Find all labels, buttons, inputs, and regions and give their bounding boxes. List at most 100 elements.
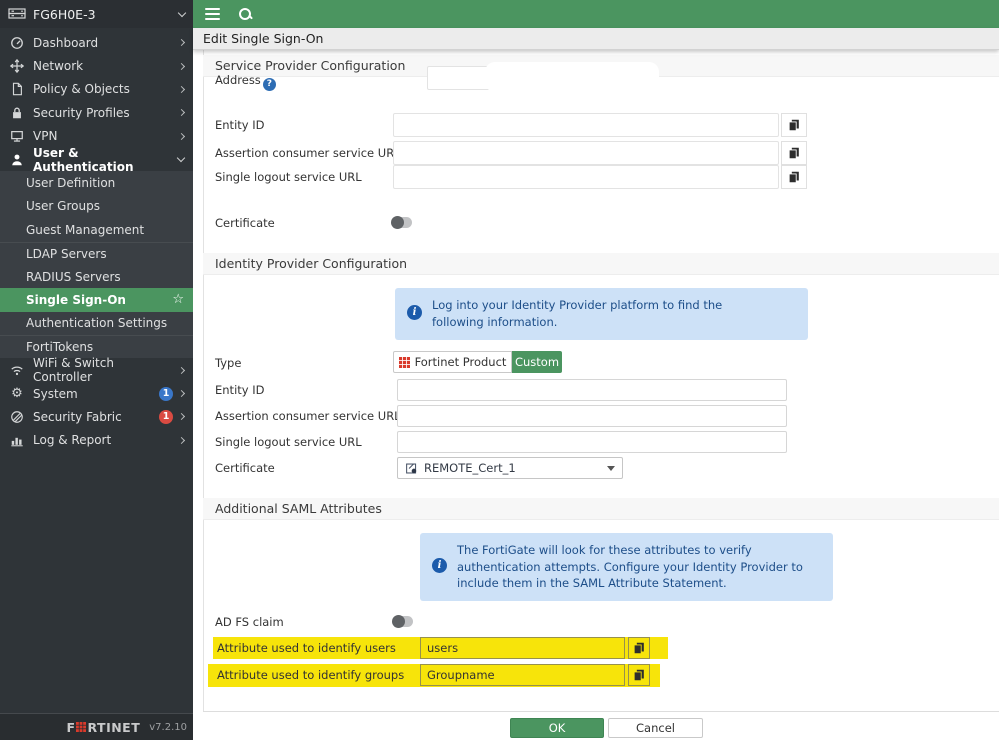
security-fabric-badge: 1 — [159, 409, 173, 424]
sp-entity-id-input[interactable] — [393, 113, 779, 137]
address-label: Address? — [215, 73, 276, 91]
chevron-right-icon — [177, 62, 186, 70]
sidebar-item-security-profiles[interactable]: Security Profiles — [0, 101, 193, 124]
sp-certificate-label: Certificate — [215, 216, 275, 230]
sidebar-footer: F RTINET v7.2.10 — [0, 713, 193, 740]
copy-icon — [788, 147, 799, 160]
device-hostname: FG6H0E-3 — [33, 6, 96, 22]
copy-icon — [633, 642, 644, 655]
sidebar-item-user-definition[interactable]: User Definition — [0, 171, 193, 195]
user-attribute-input[interactable] — [420, 637, 625, 659]
hamburger-menu-icon[interactable] — [205, 8, 220, 20]
sp-slo-url-input[interactable] — [393, 165, 779, 189]
sidebar-item-single-sign-on[interactable]: Single Sign-On ☆ — [0, 288, 193, 312]
sidebar-item-fortitokens[interactable]: FortiTokens — [0, 335, 193, 359]
log-report-icon — [9, 433, 25, 447]
info-icon: i — [407, 305, 422, 320]
sp-slo-url-label: Single logout service URL — [215, 170, 362, 184]
sidebar-item-log-report[interactable]: Log & Report — [0, 429, 193, 452]
idp-entity-id-label: Entity ID — [215, 383, 265, 397]
group-attribute-label: Attribute used to identify groups — [217, 668, 405, 682]
idp-slo-url-input[interactable] — [397, 431, 787, 453]
sidebar-item-system[interactable]: ⚙ System 1 — [0, 382, 193, 405]
chevron-right-icon — [177, 366, 186, 374]
sidebar-item-network[interactable]: Network — [0, 54, 193, 77]
idp-certificate-label: Certificate — [215, 461, 275, 475]
copy-button[interactable] — [628, 664, 650, 686]
user-authentication-icon — [9, 153, 25, 167]
idp-entity-id-input[interactable] — [397, 379, 787, 401]
idp-info-box: i Log into your Identity Provider platfo… — [395, 288, 808, 340]
sidebar-item-vpn[interactable]: VPN — [0, 125, 193, 148]
device-selector[interactable]: FG6H0E-3 — [0, 0, 193, 28]
fortinet-grid-icon — [76, 722, 87, 732]
sidebar-item-policy-objects[interactable]: Policy & Objects — [0, 78, 193, 101]
sidebar-item-wifi-switch-controller[interactable]: WiFi & Switch Controller — [0, 356, 193, 384]
chevron-right-icon — [177, 436, 186, 444]
certificate-icon — [406, 463, 417, 473]
copy-button[interactable] — [781, 113, 807, 137]
sidebar-item-user-groups[interactable]: User Groups — [0, 194, 193, 219]
system-badge: 1 — [159, 386, 173, 401]
sp-certificate-toggle[interactable] — [391, 216, 412, 229]
idp-type-segmented-control: Fortinet Product Custom — [393, 351, 562, 373]
adfs-claim-label: AD FS claim — [215, 615, 284, 629]
wifi-switch-icon — [9, 363, 25, 377]
sidebar-item-security-fabric[interactable]: Security Fabric 1 — [0, 405, 193, 428]
sidebar-item-dashboard[interactable]: Dashboard — [0, 31, 193, 54]
fortinet-logo: F RTINET — [66, 719, 141, 735]
section-identity-provider: Identity Provider Configuration — [203, 253, 999, 275]
chevron-right-icon — [177, 85, 186, 94]
help-icon[interactable]: ? — [262, 77, 276, 91]
footer-divider — [203, 711, 999, 712]
device-icon — [8, 6, 26, 23]
content-left-rule — [203, 50, 204, 711]
chevron-right-icon — [177, 39, 186, 47]
sp-entity-id-label: Entity ID — [215, 118, 265, 132]
idp-acs-url-label: Assertion consumer service URL — [215, 409, 401, 423]
page-title: Edit Single Sign-On — [193, 28, 999, 50]
copy-button[interactable] — [781, 165, 807, 189]
copy-button[interactable] — [781, 141, 807, 165]
sidebar-item-radius-servers[interactable]: RADIUS Servers — [0, 264, 193, 289]
ok-button[interactable]: OK — [510, 718, 604, 738]
idp-info-text: Log into your Identity Provider platform… — [432, 298, 723, 329]
type-option-fortinet-product[interactable]: Fortinet Product — [393, 351, 512, 373]
adfs-claim-toggle[interactable] — [392, 615, 413, 628]
cancel-button[interactable]: Cancel — [608, 718, 703, 738]
type-option-custom[interactable]: Custom — [512, 351, 562, 373]
copy-icon — [788, 119, 799, 132]
fortigate-app: FG6H0E-3 Dashboard Network Policy & Obje… — [0, 0, 999, 740]
dropdown-caret-icon — [607, 465, 615, 471]
star-icon[interactable]: ☆ — [172, 292, 184, 307]
chevron-down-icon — [177, 8, 187, 17]
chevron-right-icon — [177, 390, 186, 398]
idp-slo-url-label: Single logout service URL — [215, 435, 362, 449]
sidebar: FG6H0E-3 Dashboard Network Policy & Obje… — [0, 0, 193, 740]
sidebar-item-authentication-settings[interactable]: Authentication Settings — [0, 311, 193, 336]
network-icon — [9, 59, 25, 74]
user-attribute-label: Attribute used to identify users — [217, 641, 396, 655]
dashboard-icon — [9, 36, 25, 50]
search-icon[interactable] — [238, 7, 252, 21]
sp-acs-url-label: Assertion consumer service URL — [215, 146, 401, 160]
sidebar-item-ldap-servers[interactable]: LDAP Servers — [0, 241, 193, 265]
chevron-down-icon — [176, 153, 186, 163]
copy-button[interactable] — [628, 637, 650, 659]
security-fabric-icon — [9, 410, 25, 424]
sp-acs-url-input[interactable] — [393, 141, 779, 165]
chevron-right-icon — [177, 109, 186, 117]
saml-info-box: i The FortiGate will look for these attr… — [420, 533, 833, 601]
idp-type-label: Type — [215, 356, 242, 370]
sidebar-menu: Dashboard Network Policy & Objects Secur… — [0, 31, 193, 452]
fortinet-grid-icon — [398, 356, 410, 368]
top-navbar — [193, 0, 999, 28]
group-attribute-input[interactable] — [420, 664, 625, 686]
policy-objects-icon — [9, 82, 25, 96]
sidebar-item-guest-management[interactable]: Guest Management — [0, 218, 193, 242]
idp-acs-url-input[interactable] — [397, 405, 787, 427]
copy-icon — [633, 669, 644, 682]
idp-certificate-dropdown[interactable]: REMOTE_Cert_1 — [397, 457, 623, 479]
saml-info-text: The FortiGate will look for these attrib… — [457, 543, 803, 591]
sidebar-item-user-authentication[interactable]: User & Authentication — [0, 146, 193, 174]
